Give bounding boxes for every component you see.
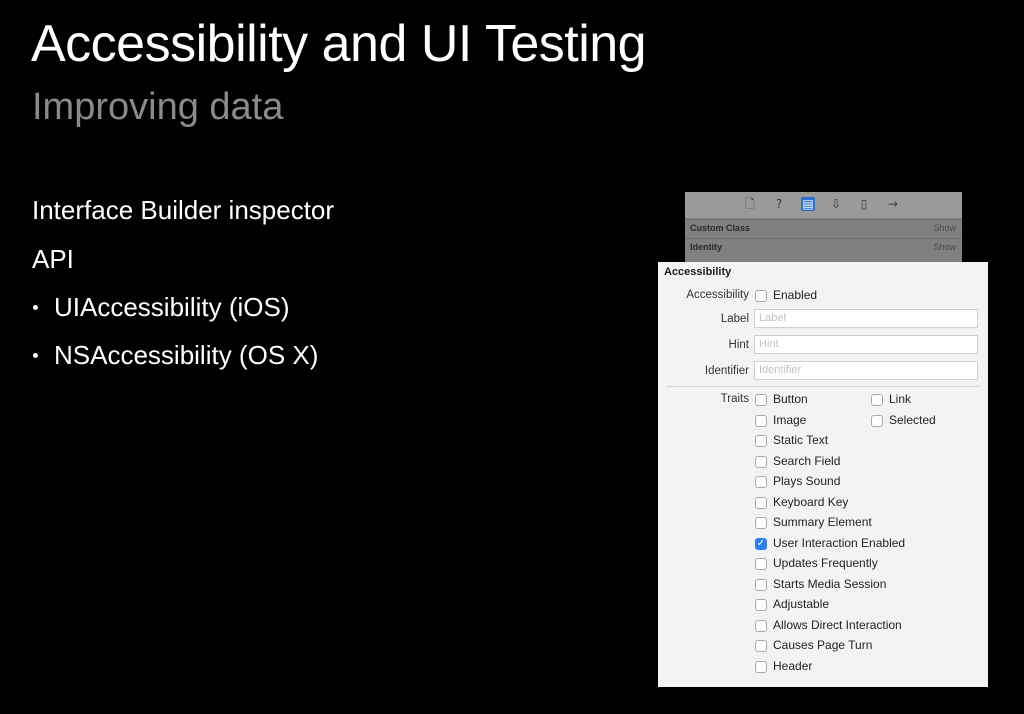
- identity-label: Identity: [690, 242, 723, 252]
- custom-class-section[interactable]: Custom Class Show: [685, 219, 962, 238]
- line-nsaccessibility: NSAccessibility (OS X): [54, 340, 319, 370]
- selected-checkbox[interactable]: [871, 414, 883, 427]
- allows-direct-interaction-checkbox[interactable]: [755, 619, 767, 632]
- size-icon[interactable]: ▯: [857, 197, 871, 211]
- keyboard-key-checkbox[interactable]: [755, 496, 767, 509]
- static-text-checkbox[interactable]: [755, 435, 767, 447]
- user-interaction-enabled-checkbox[interactable]: ✓: [755, 537, 767, 550]
- slide-title: Accessibility and UI Testing: [31, 15, 647, 73]
- inspector-header: 🗋 ? ▤ ⇩ ▯ → Custom Class Show Identity S…: [685, 192, 962, 264]
- identity-icon[interactable]: ▤: [801, 197, 815, 211]
- search-field-label: Search Field: [773, 453, 841, 468]
- accessibility-panel: Accessibility Accessibility Enabled Labe…: [658, 262, 988, 687]
- allows-direct-interaction-label: Allows Direct Interaction: [773, 617, 902, 632]
- adjustable-label: Adjustable: [773, 597, 830, 611]
- file-icon[interactable]: 🗋: [743, 197, 757, 211]
- divider: [666, 386, 980, 387]
- user-interaction-enabled-label: User Interaction Enabled: [773, 535, 906, 550]
- link-label: Link: [889, 392, 912, 406]
- slide-subtitle: Improving data: [32, 86, 284, 128]
- panel-title: Accessibility: [664, 266, 732, 278]
- updates-frequently-checkbox[interactable]: [755, 558, 767, 570]
- enabled-label: Enabled: [773, 288, 818, 302]
- selected-label: Selected: [889, 412, 936, 427]
- label-input[interactable]: Label: [754, 309, 978, 328]
- bullet-dot: [33, 353, 38, 358]
- causes-page-turn-label: Causes Page Turn: [773, 638, 873, 652]
- attributes-icon[interactable]: ⇩: [829, 197, 843, 211]
- image-label: Image: [773, 412, 807, 427]
- button-checkbox[interactable]: [755, 394, 767, 406]
- image-checkbox[interactable]: [755, 414, 767, 427]
- header-checkbox[interactable]: [755, 660, 767, 673]
- label-field-label: Label: [720, 313, 749, 325]
- line-interface-builder: Interface Builder inspector: [32, 195, 335, 225]
- custom-class-label: Custom Class: [690, 223, 751, 233]
- hint-placeholder: Hint: [759, 338, 779, 350]
- search-field-checkbox[interactable]: [755, 455, 767, 468]
- starts-media-session-label: Starts Media Session: [773, 576, 887, 591]
- identity-show[interactable]: Show: [933, 242, 956, 252]
- updates-frequently-label: Updates Frequently: [773, 556, 878, 570]
- line-uiaccessibility: UIAccessibility (iOS): [54, 292, 290, 322]
- enabled-checkbox[interactable]: [755, 290, 767, 302]
- connections-icon[interactable]: →: [886, 197, 900, 211]
- bullet-dot: [33, 305, 38, 310]
- link-checkbox[interactable]: [871, 394, 883, 406]
- identity-section[interactable]: Identity Show: [685, 238, 962, 257]
- inspector-toolbar: 🗋 ? ▤ ⇩ ▯ →: [685, 192, 962, 218]
- accessibility-row-label: Accessibility: [686, 289, 749, 301]
- identifier-placeholder: Identifier: [759, 364, 802, 376]
- traits-label: Traits: [720, 393, 749, 405]
- line-api: API: [32, 244, 74, 274]
- plays-sound-checkbox[interactable]: [755, 476, 767, 488]
- help-icon[interactable]: ?: [772, 197, 786, 211]
- custom-class-show[interactable]: Show: [933, 223, 956, 233]
- static-text-label: Static Text: [773, 433, 829, 447]
- summary-element-checkbox[interactable]: [755, 517, 767, 529]
- adjustable-checkbox[interactable]: [755, 599, 767, 611]
- summary-element-label: Summary Element: [773, 515, 872, 529]
- keyboard-key-label: Keyboard Key: [773, 494, 849, 509]
- plays-sound-label: Plays Sound: [773, 474, 841, 488]
- starts-media-session-checkbox[interactable]: [755, 578, 767, 591]
- identifier-input[interactable]: Identifier: [754, 361, 978, 380]
- hint-field-label: Hint: [728, 339, 749, 351]
- causes-page-turn-checkbox[interactable]: [755, 640, 767, 652]
- button-label: Button: [773, 392, 808, 406]
- header-label: Header: [773, 658, 813, 673]
- label-placeholder: Label: [759, 312, 786, 324]
- hint-input[interactable]: Hint: [754, 335, 978, 354]
- identifier-field-label: Identifier: [704, 365, 749, 377]
